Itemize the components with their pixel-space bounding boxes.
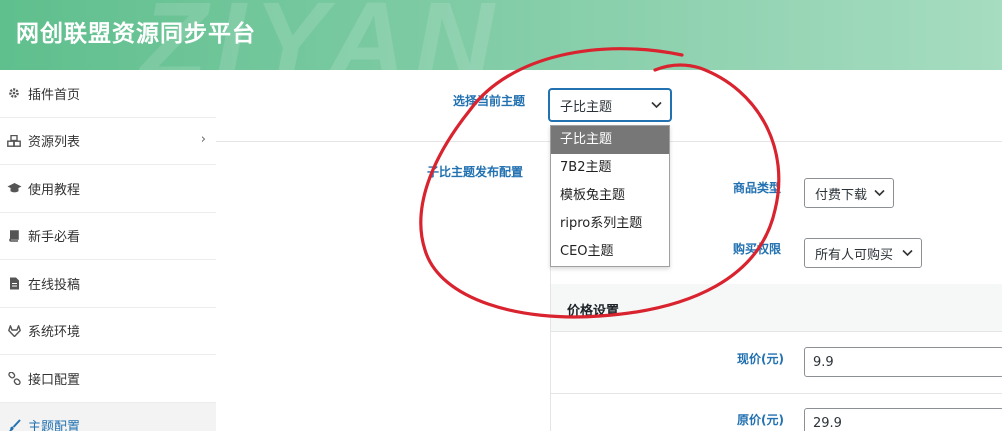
theme-option[interactable]: CEO主题 [551,238,669,266]
original-price-input[interactable]: 29.9 [804,408,1002,431]
theme-option[interactable]: 7B2主题 [551,154,669,182]
sidebar-item-label: 插件首页 [28,87,81,103]
purchase-permission-label: 购买权限 [733,242,782,256]
publish-config-label: 子比主题发布配置 [427,165,524,179]
sidebar-item-label: 资源列表 [28,135,81,151]
file-icon [6,275,22,291]
theme-option[interactable]: 模板兔主题 [551,182,669,210]
cubes-icon [6,133,22,149]
sidebar-item-label: 在线投稿 [28,277,81,293]
graduation-cap-icon [6,180,22,196]
sidebar: 插件首页 资源列表 › 使用教程 新手必看 在线投稿 系统环境 接口配置 主题配… [0,70,216,431]
original-price-label: 原价(元) [737,413,784,427]
sidebar-item-label: 系统环境 [28,325,81,341]
theme-select-value: 子比主题 [560,99,613,115]
app-header: ZIYAN 网创联盟资源同步平台 [0,0,1002,70]
sidebar-item-theme-config[interactable]: 主题配置 [0,402,216,431]
sidebar-item-submit[interactable]: 在线投稿 [0,260,216,308]
sidebar-item-resource-list[interactable]: 资源列表 › [0,118,216,165]
sidebar-item-api-config[interactable]: 接口配置 [0,355,216,403]
sidebar-item-system-env[interactable]: 系统环境 [0,308,216,355]
sidebar-item-label: 使用教程 [28,182,81,198]
price-settings-title: 价格设置 [567,304,620,319]
gitlab-icon [6,323,22,339]
paint-brush-icon [6,418,22,431]
current-price-value: 9.9 [813,354,834,370]
theme-option[interactable]: ripro系列主题 [551,210,669,238]
sidebar-item-plugin-home[interactable]: 插件首页 [0,70,216,118]
book-icon [6,228,22,244]
price-settings-header: 价格设置 [551,284,1002,332]
gear-icon [6,85,22,101]
sidebar-item-label: 主题配置 [28,420,81,431]
app-title: 网创联盟资源同步平台 [16,21,256,47]
chevron-right-icon: › [200,131,206,147]
product-type-select[interactable]: 付费下载 [804,178,894,208]
sidebar-item-label: 接口配置 [28,372,81,388]
product-type-label: 商品类型 [733,181,782,195]
divider [551,393,1002,394]
purchase-permission-select[interactable]: 所有人可购买 [804,238,922,268]
theme-option[interactable]: 子比主题 [551,126,669,154]
theme-select[interactable]: 子比主题 [549,89,671,121]
purchase-permission-value: 所有人可购买 [815,247,894,263]
original-price-value: 29.9 [813,415,842,431]
product-type-value: 付费下载 [815,187,868,203]
current-price-label: 现价(元) [737,352,784,366]
chevron-down-icon [874,187,885,200]
chevron-down-icon [651,99,662,112]
sidebar-item-beginner[interactable]: 新手必看 [0,213,216,260]
sidebar-item-tutorial[interactable]: 使用教程 [0,165,216,213]
theme-select-label: 选择当前主题 [453,94,526,108]
sidebar-item-label: 新手必看 [28,230,81,246]
link-icon [6,370,22,386]
current-price-input[interactable]: 9.9 [804,347,1002,377]
theme-dropdown-list: 子比主题 7B2主题 模板兔主题 ripro系列主题 CEO主题 [550,125,670,267]
chevron-down-icon [902,247,913,260]
